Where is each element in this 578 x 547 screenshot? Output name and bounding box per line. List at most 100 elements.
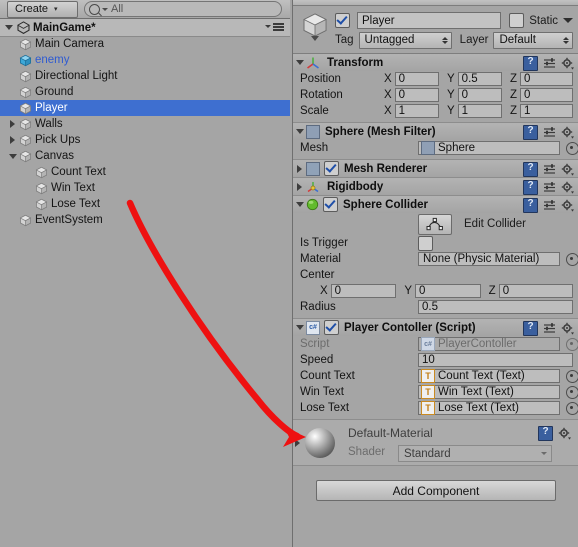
sphere-collider-foldout-icon[interactable] — [293, 202, 306, 207]
transform-position-y-input[interactable]: 0.5 — [457, 72, 502, 86]
hierarchy-item-enemy[interactable]: enemy — [0, 52, 290, 68]
transform-rotation-x-input[interactable]: 0 — [394, 88, 439, 102]
pc-win-text-object-field[interactable]: T Win Text (Text) — [418, 385, 560, 399]
preset-icon[interactable] — [543, 199, 556, 212]
help-icon[interactable] — [538, 426, 553, 441]
hierarchy-search-input[interactable]: All — [84, 1, 282, 17]
mesh-filter-header[interactable]: Sphere (Mesh Filter) — [293, 123, 578, 140]
hierarchy-item-ground[interactable]: Ground — [0, 84, 290, 100]
pc-win-text-picker-icon[interactable] — [566, 385, 578, 399]
radius-input[interactable]: 0.5 — [418, 300, 573, 314]
axis-x-label: X — [384, 105, 392, 117]
hierarchy-item-canvas[interactable]: Canvas — [0, 148, 290, 164]
pc-count-text-picker-icon[interactable] — [566, 369, 578, 383]
is-trigger-checkbox[interactable] — [418, 235, 433, 251]
mesh-filter-foldout-icon[interactable] — [293, 129, 306, 134]
pc-row-lose-text: Lose Text T Lose Text (Text) — [293, 400, 578, 416]
rigidbody-header[interactable]: Rigidbody — [293, 178, 578, 195]
gear-icon[interactable] — [561, 57, 574, 70]
transform-header[interactable]: Transform — [293, 54, 578, 71]
layer-dropdown[interactable]: Default — [493, 31, 573, 49]
collider-material-object-field[interactable]: None (Physic Material) — [418, 252, 560, 266]
gear-icon[interactable] — [561, 199, 574, 212]
gameobject-enabled-checkbox[interactable] — [335, 13, 350, 28]
gear-icon[interactable] — [561, 322, 574, 335]
hierarchy-item-lose-text[interactable]: Lose Text — [0, 196, 290, 212]
search-dropdown-icon[interactable] — [102, 7, 108, 11]
transform-position-z-input[interactable]: 0 — [520, 72, 573, 86]
material-foldout-icon[interactable] — [295, 438, 300, 450]
transform-foldout-icon[interactable] — [293, 60, 306, 65]
player-controller-foldout-icon[interactable] — [293, 325, 306, 330]
preset-icon[interactable] — [543, 126, 556, 139]
preset-icon[interactable] — [543, 322, 556, 335]
hierarchy-item-player[interactable]: Player — [0, 100, 290, 116]
transform-scale-z-input[interactable]: 1 — [520, 104, 573, 118]
player-controller-fields: Speed 10 Count Text T Count Text (Text) Win T… — [293, 352, 578, 416]
hierarchy-item-eventsystem[interactable]: EventSystem — [0, 212, 290, 228]
hierarchy-item-directional-light[interactable]: Directional Light — [0, 68, 290, 84]
collider-material-picker-icon[interactable] — [566, 252, 578, 266]
collider-material-row: Material None (Physic Material) — [293, 251, 578, 267]
center-x-input[interactable]: 0 — [330, 284, 397, 298]
transform-position-x-input[interactable]: 0 — [394, 72, 439, 86]
edit-collider-button[interactable] — [418, 213, 452, 235]
hierarchy-item-pick-ups[interactable]: Pick Ups — [0, 132, 290, 148]
preset-icon[interactable] — [543, 181, 556, 194]
mesh-renderer-foldout-icon[interactable] — [293, 164, 306, 173]
center-z-input[interactable]: 0 — [498, 284, 573, 298]
mesh-object-field[interactable]: Sphere — [418, 141, 560, 155]
foldout-icon[interactable] — [6, 153, 19, 159]
transform-scale-y-input[interactable]: 1 — [457, 104, 502, 118]
help-icon[interactable] — [523, 125, 538, 140]
static-checkbox[interactable] — [509, 13, 525, 28]
help-icon[interactable] — [523, 162, 538, 177]
tag-label: Tag — [335, 34, 354, 46]
transform-rotation-y-input[interactable]: 0 — [457, 88, 502, 102]
create-button[interactable]: Create ▾ — [7, 0, 78, 18]
hierarchy-item-walls[interactable]: Walls — [0, 116, 290, 132]
hierarchy-item-win-text[interactable]: Win Text — [0, 180, 290, 196]
gameobject-name-input[interactable]: Player — [357, 12, 502, 29]
transform-rotation-z-input[interactable]: 0 — [520, 88, 573, 102]
hierarchy-item-main-camera[interactable]: Main Camera — [0, 36, 290, 52]
static-dropdown-icon[interactable] — [563, 18, 573, 23]
shader-dropdown[interactable]: Standard — [398, 445, 552, 462]
prefab-cube-icon — [19, 54, 32, 67]
tag-dropdown[interactable]: Untagged — [358, 31, 452, 49]
scene-root-row[interactable]: MainGame* — [0, 19, 290, 37]
help-icon[interactable] — [523, 56, 538, 71]
foldout-icon[interactable] — [6, 136, 19, 144]
foldout-icon[interactable] — [6, 120, 19, 128]
sphere-collider-enabled-checkbox[interactable] — [323, 197, 338, 212]
pc-lose-text-picker-icon[interactable] — [566, 401, 578, 415]
pc-speed-input[interactable]: 10 — [418, 353, 573, 367]
pc-count-text-object-field[interactable]: T Count Text (Text) — [418, 369, 560, 383]
transform-scale-x-input[interactable]: 1 — [394, 104, 439, 118]
mesh-renderer-enabled-checkbox[interactable] — [324, 161, 339, 176]
player-controller-enabled-checkbox[interactable] — [324, 320, 339, 335]
mesh-picker-icon[interactable] — [566, 141, 578, 155]
hierarchy-toolbar: Create ▾ All — [0, 0, 290, 19]
preset-icon[interactable] — [543, 163, 556, 176]
help-icon[interactable] — [523, 198, 538, 213]
pc-lose-text-object-field[interactable]: T Lose Text (Text) — [418, 401, 560, 415]
add-component-area: Add Component — [293, 466, 578, 516]
scene-foldout-icon[interactable] — [5, 25, 13, 30]
preset-icon[interactable] — [543, 57, 556, 70]
sphere-collider-header[interactable]: Sphere Collider — [293, 196, 578, 213]
rigidbody-foldout-icon[interactable] — [293, 182, 306, 191]
center-y-input[interactable]: 0 — [415, 284, 481, 298]
player-controller-header[interactable]: c# Player Contoller (Script) — [293, 319, 578, 336]
axis-x-label: X — [384, 89, 392, 101]
help-icon[interactable] — [523, 321, 538, 336]
gear-icon[interactable] — [561, 126, 574, 139]
hamburger-menu-icon[interactable] — [265, 23, 284, 31]
gear-icon[interactable] — [561, 163, 574, 176]
gear-icon[interactable] — [561, 181, 574, 194]
mesh-renderer-header[interactable]: Mesh Renderer — [293, 160, 578, 177]
add-component-button[interactable]: Add Component — [316, 480, 556, 501]
gear-icon[interactable] — [558, 427, 571, 440]
hierarchy-item-count-text[interactable]: Count Text — [0, 164, 290, 180]
help-icon[interactable] — [523, 180, 538, 195]
